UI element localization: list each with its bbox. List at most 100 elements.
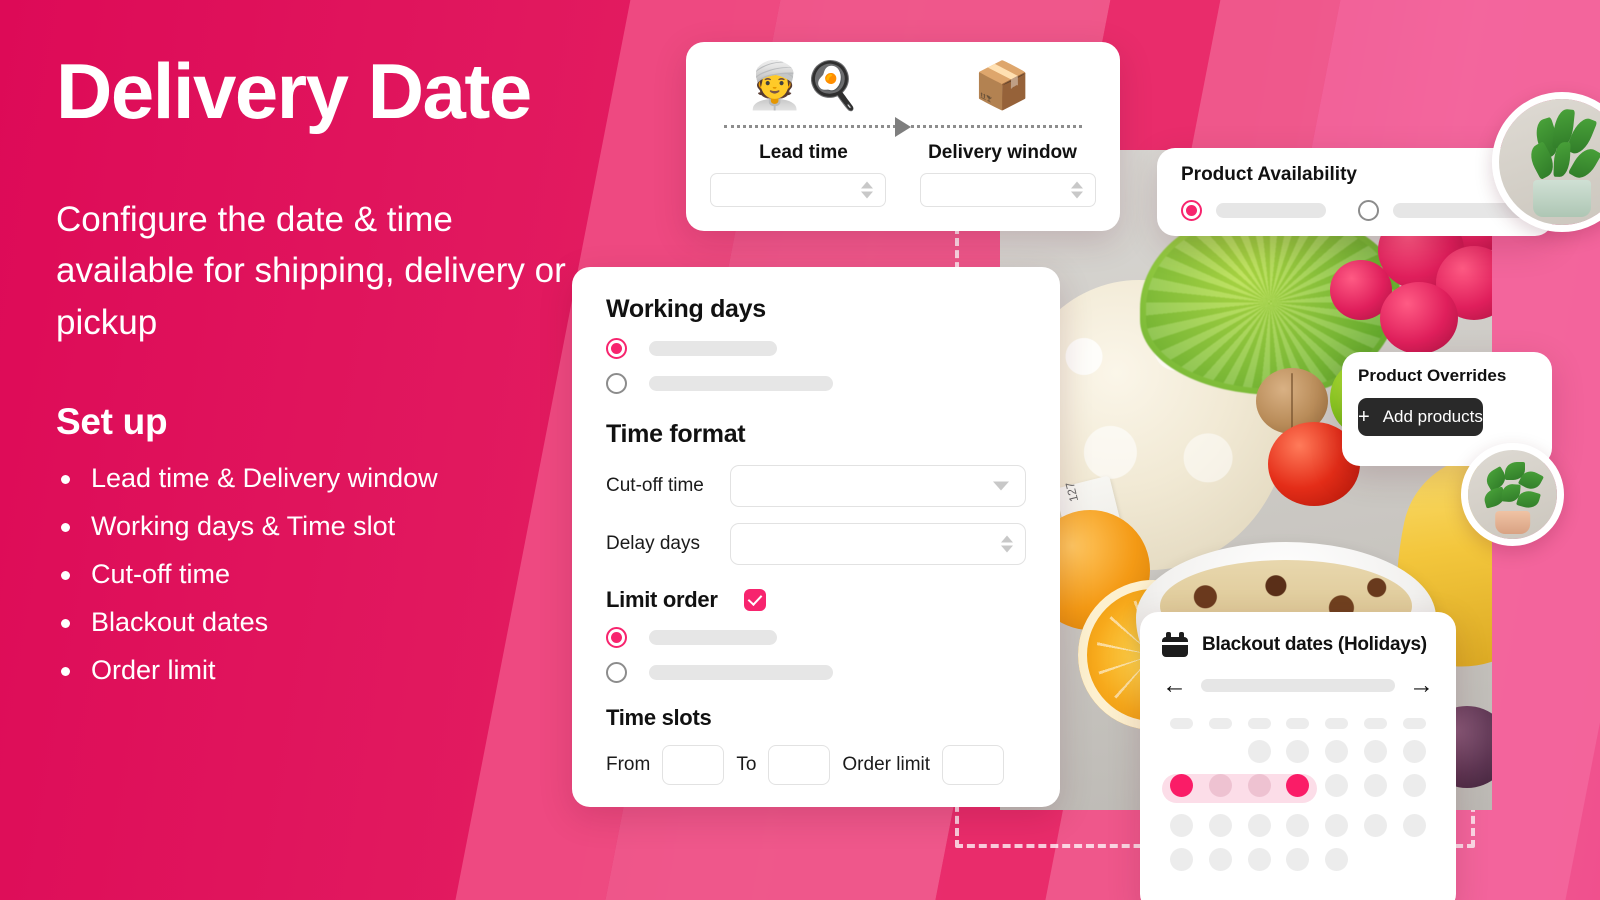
play-arrow-icon (895, 117, 911, 137)
working-days-option-1[interactable] (606, 338, 1026, 359)
calendar-day[interactable] (1247, 814, 1271, 837)
working-days-card: Working days Time format Cut-off time De… (572, 267, 1060, 807)
working-days-option-2[interactable] (606, 373, 1026, 394)
product-availability-title: Product Availability (1181, 164, 1357, 185)
calendar-day[interactable] (1364, 814, 1388, 837)
delivery-window-input[interactable] (920, 173, 1096, 207)
calendar-day[interactable] (1286, 848, 1310, 871)
day-of-week-label (1247, 718, 1271, 729)
list-item: Blackout dates (56, 608, 576, 636)
radio-selected-icon[interactable] (606, 338, 627, 359)
limit-order-option-1[interactable] (606, 627, 1026, 648)
product-availability-options (1181, 200, 1529, 221)
option-placeholder (1216, 203, 1327, 218)
list-item: Working days & Time slot (56, 510, 576, 541)
bullet-icon (61, 618, 70, 628)
calendar-day[interactable] (1208, 814, 1232, 837)
calendar-day[interactable] (1364, 774, 1388, 797)
limit-order-option-2[interactable] (606, 662, 1026, 683)
stepper-icon[interactable] (1071, 181, 1083, 199)
arrow-right-icon[interactable]: → (1409, 673, 1434, 698)
chevron-down-icon[interactable] (993, 481, 1009, 491)
plant-pot (1533, 179, 1591, 218)
bullet-icon (61, 666, 70, 676)
calendar-day[interactable] (1286, 814, 1310, 837)
option-placeholder (649, 630, 777, 645)
plus-icon: + (1358, 406, 1370, 428)
calendar-day[interactable] (1286, 740, 1310, 763)
time-format-title: Time format (606, 420, 746, 448)
delay-days-label: Delay days (606, 533, 700, 554)
feature-label: Working days & Time slot (91, 510, 396, 541)
time-slots-row: From To Order limit (606, 745, 1026, 785)
calendar-day[interactable] (1169, 848, 1193, 871)
radio-selected-icon[interactable] (606, 627, 627, 648)
lead-time-label: Lead time (759, 142, 848, 163)
calendar-day[interactable] (1247, 848, 1271, 871)
radio-unselected-icon[interactable] (1358, 200, 1380, 221)
option-placeholder (649, 665, 833, 680)
calendar-day-empty (1403, 848, 1426, 871)
delivery-window-label: Delivery window (928, 142, 1077, 163)
calendar-day-in-range[interactable] (1247, 774, 1271, 797)
calendar-grid (1162, 718, 1434, 871)
stepper-icon[interactable] (1001, 535, 1013, 553)
lead-time-inputs (704, 173, 1102, 207)
lead-time-column: 👳‍🍳 (704, 56, 903, 116)
limit-order-row: Limit order (606, 587, 1026, 613)
to-input[interactable] (768, 745, 831, 785)
feature-label: Cut-off time (91, 558, 231, 589)
option-placeholder (649, 376, 833, 391)
cutoff-time-row: Cut-off time (606, 465, 1026, 507)
calendar-day[interactable] (1403, 774, 1427, 797)
day-of-week-label (1325, 718, 1349, 729)
arrow-left-icon[interactable]: ← (1162, 673, 1187, 698)
from-input[interactable] (662, 745, 725, 785)
stepper-icon[interactable] (861, 181, 873, 199)
day-of-week-label (1169, 718, 1193, 729)
lead-time-label-wrap: Lead time (704, 142, 903, 173)
order-limit-input[interactable] (942, 745, 1005, 785)
bullet-icon (61, 522, 70, 532)
plant-photo-inner (1499, 99, 1600, 225)
calendar-day-range-start[interactable] (1169, 774, 1193, 797)
lead-time-card: 👳‍🍳 📦 Lead time Delivery window (686, 42, 1120, 231)
delay-days-input[interactable] (730, 523, 1026, 565)
calendar-icon (1162, 632, 1188, 657)
add-products-button[interactable]: + Add products (1358, 398, 1483, 436)
calendar-day[interactable] (1325, 740, 1349, 763)
cutoff-time-select[interactable] (730, 465, 1026, 507)
time-slots-title: Time slots (606, 705, 712, 730)
blackout-header: Blackout dates (Holidays) (1162, 632, 1434, 657)
calendar-day-empty (1209, 740, 1232, 763)
calendar-day[interactable] (1325, 814, 1349, 837)
delivery-window-label-wrap: Delivery window (903, 142, 1102, 173)
setup-heading: Set up (56, 400, 168, 442)
lead-time-input[interactable] (710, 173, 886, 207)
calendar-day[interactable] (1247, 740, 1271, 763)
cutoff-time-label: Cut-off time (606, 475, 704, 496)
calendar-day-in-range[interactable] (1208, 774, 1232, 797)
product-overrides-title: Product Overrides (1358, 366, 1507, 385)
calendar-day[interactable] (1169, 814, 1193, 837)
calendar-day[interactable] (1325, 774, 1349, 797)
day-of-week-label (1286, 718, 1310, 729)
lead-time-columns: 👳‍🍳 📦 (704, 56, 1102, 116)
radio-selected-icon[interactable] (1181, 200, 1202, 221)
radio-unselected-icon[interactable] (606, 373, 627, 394)
calendar-day[interactable] (1325, 848, 1349, 871)
calendar-day[interactable] (1208, 848, 1232, 871)
bullet-icon (61, 570, 70, 580)
option-placeholder (649, 341, 777, 356)
radish (1380, 282, 1458, 354)
feature-label: Lead time & Delivery window (91, 462, 438, 493)
plant-photo-inner (1468, 450, 1557, 539)
day-of-week-label (1208, 718, 1232, 729)
limit-order-checkbox[interactable] (743, 589, 766, 611)
day-of-week-label (1364, 718, 1388, 729)
calendar-day[interactable] (1364, 740, 1388, 763)
radio-unselected-icon[interactable] (606, 662, 627, 683)
list-item: Order limit (56, 656, 576, 684)
calendar-day[interactable] (1403, 814, 1427, 837)
calendar-day[interactable] (1403, 740, 1427, 763)
